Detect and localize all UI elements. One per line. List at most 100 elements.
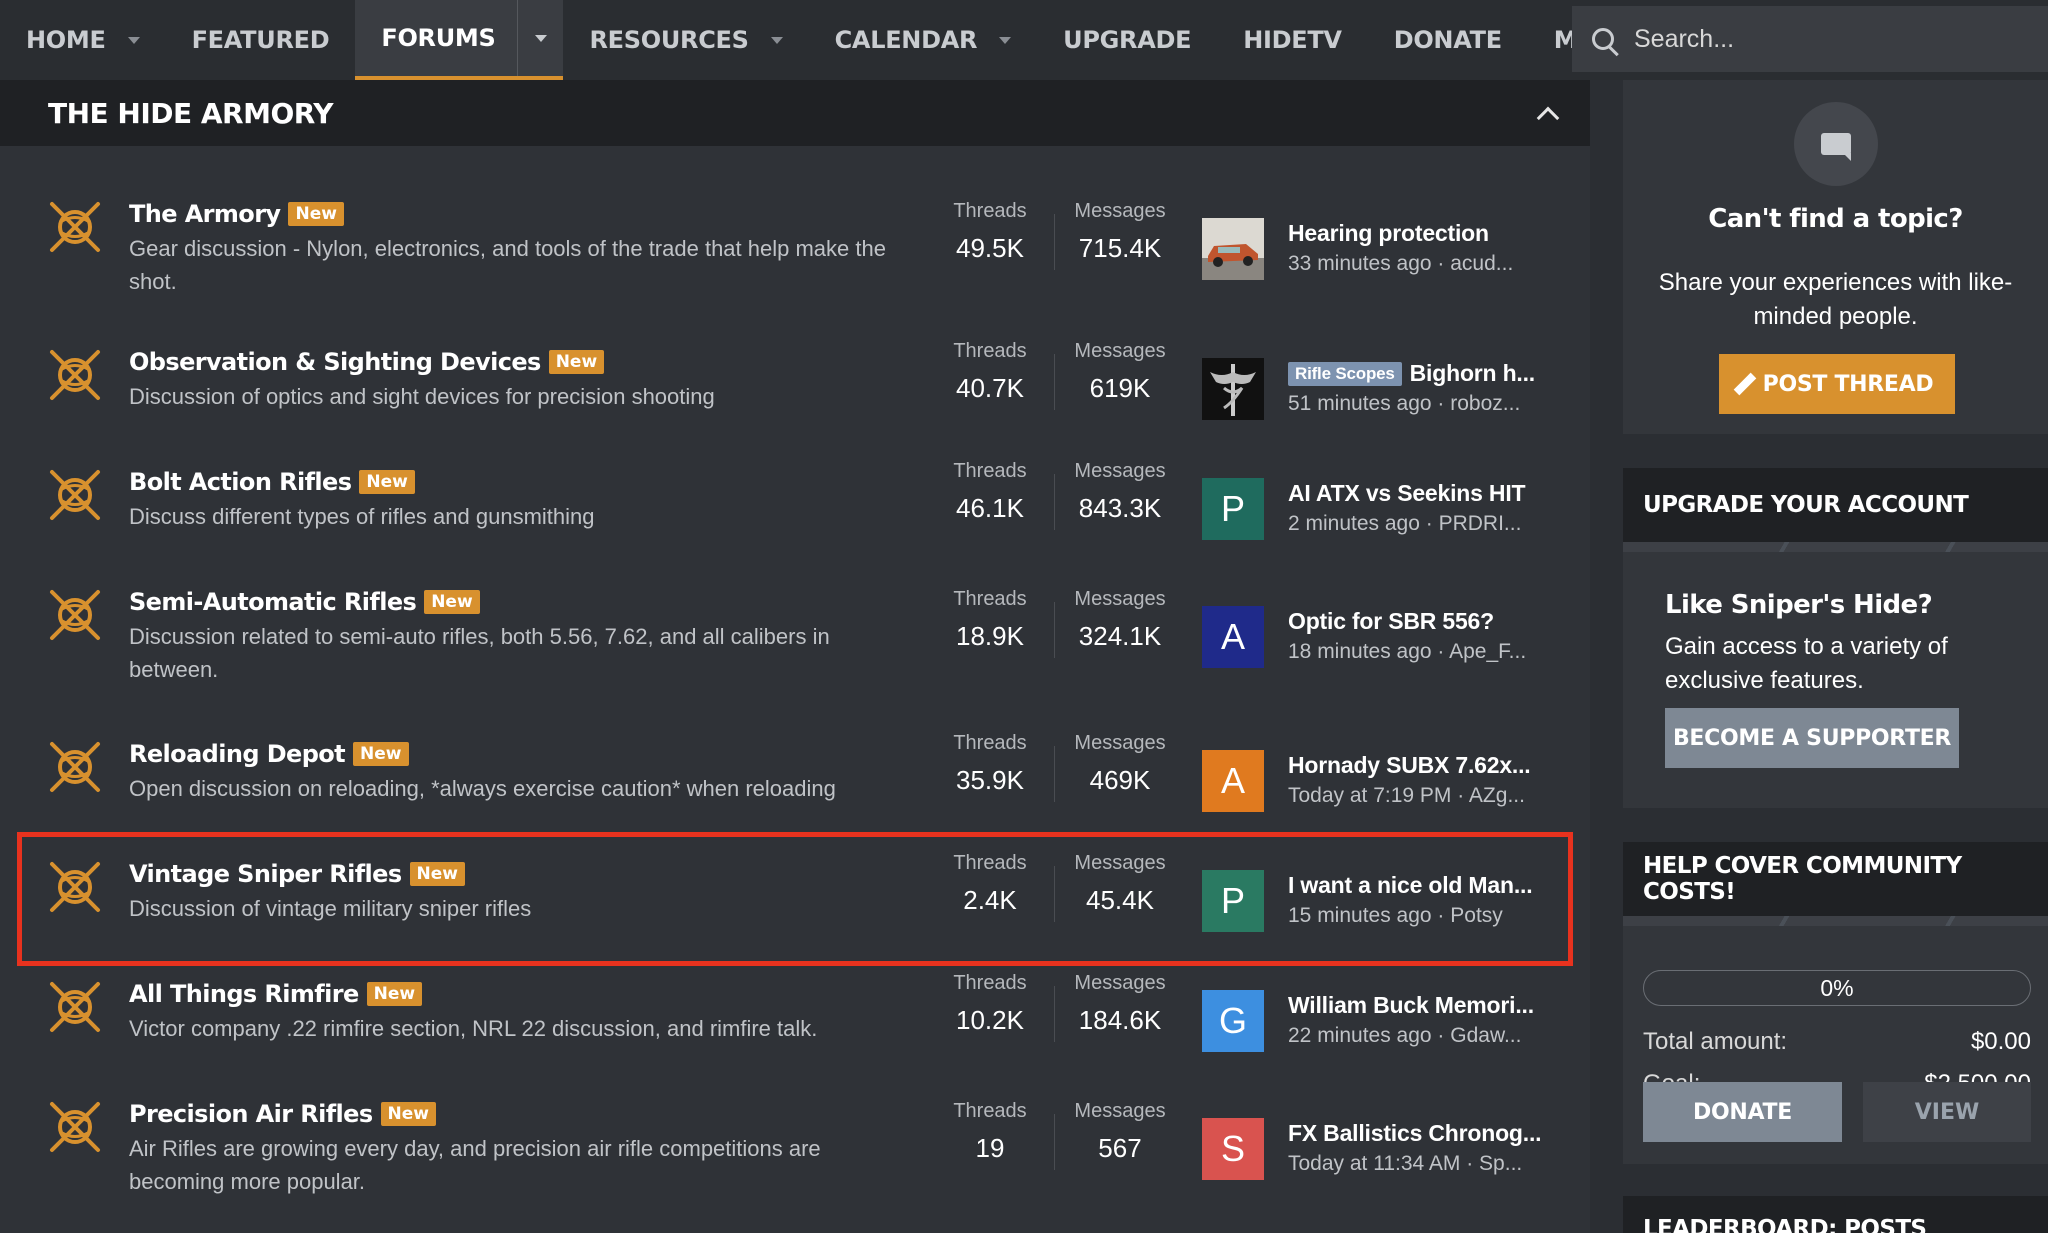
post-thread-label: POST THREAD — [1762, 371, 1934, 397]
forum-title-link[interactable]: Observation & Sighting Devices New — [129, 348, 605, 376]
threads-stat: Threads 18.9K — [940, 588, 1040, 652]
view-button[interactable]: VIEW — [1863, 1082, 2031, 1142]
forum-row: Reloading Depot New Open discussion on rel… — [0, 716, 1590, 836]
collapse-chevron-icon[interactable] — [1536, 106, 1560, 130]
new-badge: New — [548, 350, 605, 374]
messages-label: Messages — [1074, 200, 1166, 222]
forum-title[interactable]: Reloading Depot — [129, 740, 346, 768]
nav-item-hidetv[interactable]: HIDETV — [1217, 0, 1367, 80]
forum-title[interactable]: All Things Rimfire — [129, 980, 359, 1008]
nav-item-resources[interactable]: RESOURCES — [563, 0, 808, 80]
topic-widget: Can't find a topic? Share your experienc… — [1623, 80, 2048, 434]
caret-down-icon[interactable] — [127, 36, 140, 44]
search-input[interactable] — [1634, 24, 2014, 54]
latest-thread-link[interactable]: FX Ballistics Chronog... — [1288, 1120, 1542, 1147]
nav-item-forums[interactable]: FORUMS — [355, 0, 564, 80]
highlight-box — [17, 832, 1573, 966]
caret-down-icon — [534, 34, 547, 42]
latest-thread-title[interactable]: FX Ballistics Chronog... — [1288, 1120, 1542, 1147]
threads-label: Threads — [953, 972, 1027, 994]
messages-label: Messages — [1074, 1100, 1166, 1122]
nav-item-label: FEATURED — [191, 26, 330, 54]
latest-thread-link[interactable]: AI ATX vs Seekins HIT — [1288, 480, 1526, 507]
thread-prefix-badge[interactable]: Rifle Scopes — [1288, 361, 1402, 386]
forum-title[interactable]: Observation & Sighting Devices — [129, 348, 541, 376]
costs-heading: HELP COVER COMMUNITY COSTS! — [1623, 842, 2048, 926]
messages-count: 184.6K — [1078, 1005, 1162, 1035]
donate-button[interactable]: DONATE — [1643, 1082, 1842, 1142]
latest-thread-link[interactable]: Optic for SBR 556? — [1288, 608, 1494, 635]
forum-title-link[interactable]: Bolt Action Rifles New — [129, 468, 415, 496]
latest-poster-avatar[interactable]: G — [1202, 990, 1264, 1052]
forum-crossed-rifles-icon — [44, 464, 106, 526]
latest-poster-avatar[interactable] — [1202, 358, 1264, 420]
stat-divider — [1054, 354, 1055, 410]
threads-stat: Threads 46.1K — [940, 460, 1040, 524]
forum-title-link[interactable]: All Things Rimfire New — [129, 980, 423, 1008]
latest-thread-title[interactable]: Bighorn h... — [1410, 360, 1536, 387]
forum-title-link[interactable]: Semi-Automatic Rifles New — [129, 588, 480, 616]
forum-description: Air Rifles are growing every day, and pr… — [129, 1136, 821, 1194]
forums-dropdown-toggle[interactable] — [517, 0, 563, 76]
category-title[interactable]: THE HIDE ARMORY — [48, 97, 334, 130]
nav-item-label: DONATE — [1393, 26, 1502, 54]
nav-item-label: FORUMS — [381, 24, 496, 52]
forum-title-link[interactable]: The Armory New — [129, 200, 344, 228]
nav-item-calendar[interactable]: CALENDAR — [809, 0, 1038, 80]
latest-thread-title[interactable]: Optic for SBR 556? — [1288, 608, 1494, 635]
new-badge: New — [359, 470, 415, 494]
forum-title[interactable]: Bolt Action Rifles — [129, 468, 352, 496]
nav-item-upgrade[interactable]: UPGRADE — [1037, 0, 1217, 80]
caret-down-icon[interactable] — [999, 36, 1012, 44]
messages-stat: Messages 324.1K — [1060, 588, 1180, 652]
messages-stat: Messages 184.6K — [1060, 972, 1180, 1036]
nav-item-label: UPGRADE — [1063, 26, 1192, 54]
search-icon[interactable] — [1592, 28, 1614, 50]
stat-divider — [1054, 602, 1055, 658]
caret-down-icon[interactable] — [770, 36, 783, 44]
latest-poster-avatar[interactable]: P — [1202, 478, 1264, 540]
latest-poster-avatar[interactable]: A — [1202, 750, 1264, 812]
threads-count: 49.5K — [956, 233, 1024, 263]
threads-label: Threads — [953, 340, 1027, 362]
messages-label: Messages — [1074, 460, 1166, 482]
forum-title-link[interactable]: Precision Air Rifles New — [129, 1100, 436, 1128]
nav-item-label: CALENDAR — [834, 26, 978, 54]
forum-title[interactable]: Semi-Automatic Rifles — [129, 588, 417, 616]
upgrade-widget: UPGRADE YOUR ACCOUNT Like Sniper's Hide?… — [1623, 468, 2048, 808]
nav-item-label: RESOURCES — [589, 26, 749, 54]
latest-poster-avatar[interactable]: S — [1202, 1118, 1264, 1180]
nav-item-label: HIDETV — [1243, 26, 1342, 54]
latest-thread-link[interactable]: Rifle Scopes Bighorn h... — [1288, 360, 1535, 387]
threads-label: Threads — [953, 460, 1027, 482]
threads-count: 40.7K — [956, 373, 1024, 403]
forum-title-link[interactable]: Reloading Depot New — [129, 740, 409, 768]
latest-poster-avatar[interactable] — [1202, 218, 1264, 280]
latest-thread-link[interactable]: Hornady SUBX 7.62x... — [1288, 752, 1531, 779]
latest-thread-link[interactable]: Hearing protection — [1288, 220, 1489, 247]
threads-count: 46.1K — [956, 493, 1024, 523]
latest-thread-title[interactable]: Hearing protection — [1288, 220, 1489, 247]
forum-list-panel: THE HIDE ARMORY The Armory New Gear discus… — [0, 80, 1590, 1233]
avatar-letter: P — [1220, 488, 1245, 529]
forum-title[interactable]: The Armory — [129, 200, 281, 228]
search-box[interactable] — [1572, 6, 2048, 72]
new-badge: New — [288, 202, 344, 226]
forum-title[interactable]: Precision Air Rifles — [129, 1100, 373, 1128]
post-thread-button[interactable]: POST THREAD — [1719, 354, 1955, 414]
latest-thread-title[interactable]: AI ATX vs Seekins HIT — [1288, 480, 1526, 507]
messages-stat: Messages 469K — [1060, 732, 1180, 796]
latest-thread-link[interactable]: William Buck Memori... — [1288, 992, 1534, 1019]
latest-thread-title[interactable]: Hornady SUBX 7.62x... — [1288, 752, 1531, 779]
messages-stat: Messages 843.3K — [1060, 460, 1180, 524]
latest-thread-title[interactable]: William Buck Memori... — [1288, 992, 1534, 1019]
latest-poster-avatar[interactable]: A — [1202, 606, 1264, 668]
forum-crossed-rifles-icon — [44, 584, 106, 646]
nav-item-home[interactable]: HOME — [0, 0, 166, 80]
nav-item-donate[interactable]: DONATE — [1368, 0, 1528, 80]
leaderboard-heading: LEADERBOARD: POSTS — [1643, 1216, 1927, 1233]
become-supporter-button[interactable]: BECOME A SUPPORTER — [1665, 708, 1959, 768]
forum-row: The Armory New Gear discussion - Nylon, el… — [0, 176, 1590, 296]
nav-item-featured[interactable]: FEATURED — [166, 0, 356, 80]
forum-crossed-rifles-icon — [44, 196, 106, 258]
